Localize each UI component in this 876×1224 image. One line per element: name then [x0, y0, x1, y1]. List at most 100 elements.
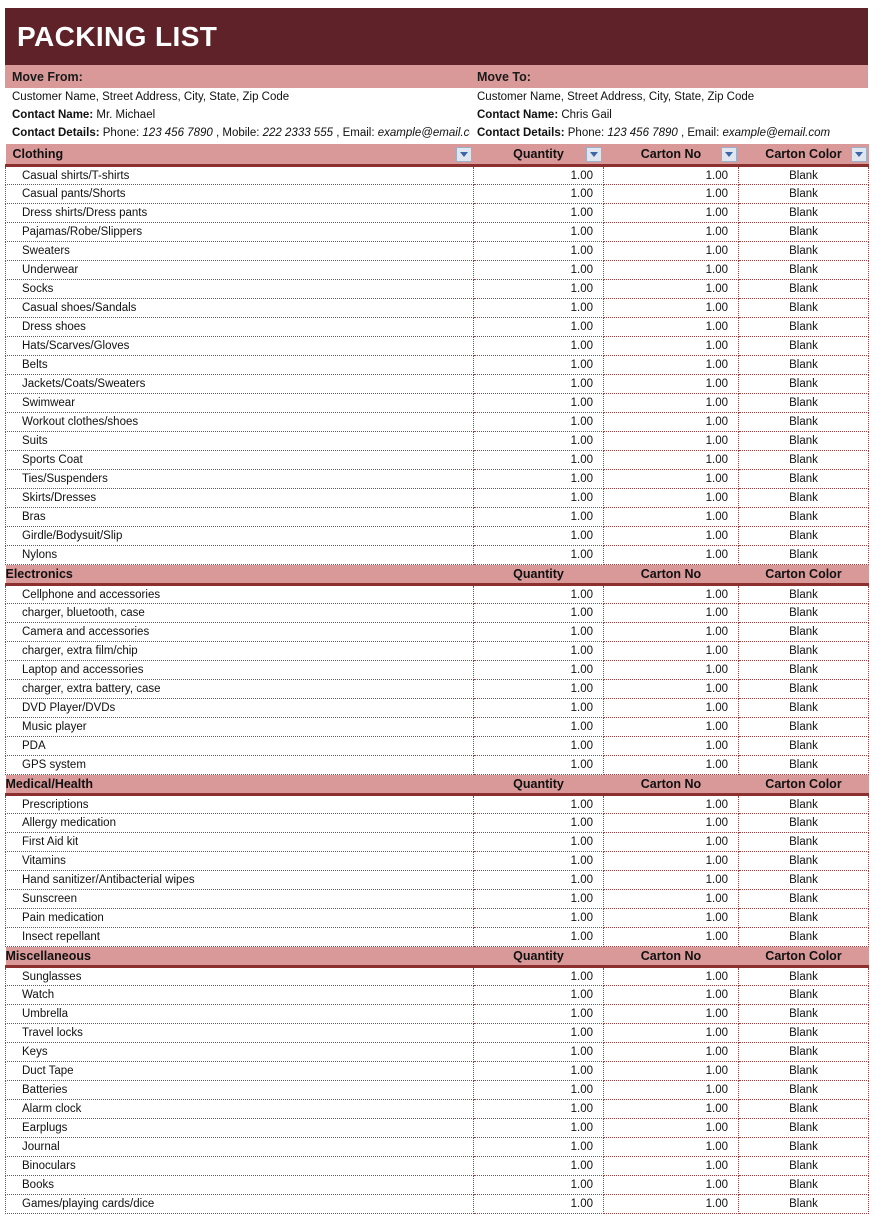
item-name-cell[interactable]: Watch	[5, 985, 474, 1005]
quantity-cell[interactable]: 1.00	[473, 1061, 604, 1081]
carton-no-cell[interactable]: 1.00	[603, 813, 739, 833]
carton-no-cell[interactable]: 1.00	[603, 450, 739, 470]
carton-color-cell[interactable]: Blank	[738, 1118, 869, 1138]
table-row[interactable]: Dress shoes 1.00 1.00 Blank	[5, 317, 869, 337]
quantity-cell[interactable]: 1.00	[473, 985, 604, 1005]
table-row[interactable]: GPS system 1.00 1.00 Blank	[5, 755, 869, 775]
carton-no-cell[interactable]: 1.00	[603, 889, 739, 909]
table-row[interactable]: First Aid kit 1.00 1.00 Blank	[5, 832, 869, 852]
carton-no-cell[interactable]: 1.00	[603, 1023, 739, 1043]
item-name-cell[interactable]: Suits	[5, 431, 474, 451]
quantity-cell[interactable]: 1.00	[473, 469, 604, 489]
table-row[interactable]: Skirts/Dresses 1.00 1.00 Blank	[5, 488, 869, 508]
quantity-cell[interactable]: 1.00	[473, 412, 604, 432]
quantity-cell[interactable]: 1.00	[473, 374, 604, 394]
quantity-cell[interactable]: 1.00	[473, 393, 604, 413]
item-name-cell[interactable]: charger, extra battery, case	[5, 679, 474, 699]
table-row[interactable]: charger, extra film/chip 1.00 1.00 Blank	[5, 641, 869, 661]
table-row[interactable]: Watch 1.00 1.00 Blank	[5, 985, 869, 1005]
carton-color-cell[interactable]: Blank	[738, 298, 869, 318]
filter-button-clothing-carton-color[interactable]	[850, 146, 867, 162]
carton-color-cell[interactable]: Blank	[738, 603, 869, 623]
quantity-cell[interactable]: 1.00	[473, 679, 604, 699]
table-row[interactable]: Earplugs 1.00 1.00 Blank	[5, 1118, 869, 1138]
item-name-cell[interactable]: Jackets/Coats/Sweaters	[5, 374, 474, 394]
quantity-cell[interactable]: 1.00	[473, 1175, 604, 1195]
quantity-cell[interactable]: 1.00	[473, 222, 604, 242]
item-name-cell[interactable]: Pajamas/Robe/Slippers	[5, 222, 474, 242]
table-row[interactable]: Prescriptions 1.00 1.00 Blank	[5, 794, 869, 814]
filter-button-clothing[interactable]	[455, 146, 472, 162]
quantity-cell[interactable]: 1.00	[473, 584, 604, 604]
item-name-cell[interactable]: Nylons	[5, 545, 474, 565]
table-row[interactable]: Keys 1.00 1.00 Blank	[5, 1042, 869, 1062]
carton-color-cell[interactable]: Blank	[738, 927, 869, 947]
carton-color-cell[interactable]: Blank	[738, 870, 869, 890]
carton-no-cell[interactable]: 1.00	[603, 1080, 739, 1100]
table-row[interactable]: Casual pants/Shorts 1.00 1.00 Blank	[5, 184, 869, 204]
quantity-cell[interactable]: 1.00	[473, 1156, 604, 1176]
carton-no-cell[interactable]: 1.00	[603, 622, 739, 642]
item-name-cell[interactable]: Belts	[5, 355, 474, 375]
carton-no-cell[interactable]: 1.00	[603, 1194, 739, 1214]
carton-color-cell[interactable]: Blank	[738, 736, 869, 756]
quantity-cell[interactable]: 1.00	[473, 603, 604, 623]
item-name-cell[interactable]: PDA	[5, 736, 474, 756]
carton-color-cell[interactable]: Blank	[738, 889, 869, 909]
carton-color-cell[interactable]: Blank	[738, 1175, 869, 1195]
quantity-cell[interactable]: 1.00	[473, 851, 604, 871]
item-name-cell[interactable]: Earplugs	[5, 1118, 474, 1138]
carton-color-cell[interactable]: Blank	[738, 279, 869, 299]
carton-color-cell[interactable]: Blank	[738, 1023, 869, 1043]
carton-color-cell[interactable]: Blank	[738, 584, 869, 604]
carton-no-cell[interactable]: 1.00	[603, 736, 739, 756]
table-row[interactable]: Laptop and accessories 1.00 1.00 Blank	[5, 660, 869, 680]
item-name-cell[interactable]: Sweaters	[5, 241, 474, 261]
item-name-cell[interactable]: GPS system	[5, 755, 474, 775]
table-row[interactable]: Bras 1.00 1.00 Blank	[5, 507, 869, 527]
quantity-cell[interactable]: 1.00	[473, 203, 604, 223]
item-name-cell[interactable]: Girdle/Bodysuit/Slip	[5, 526, 474, 546]
table-row[interactable]: Swimwear 1.00 1.00 Blank	[5, 393, 869, 413]
item-name-cell[interactable]: DVD Player/DVDs	[5, 698, 474, 718]
table-row[interactable]: Music player 1.00 1.00 Blank	[5, 717, 869, 737]
table-row[interactable]: DVD Player/DVDs 1.00 1.00 Blank	[5, 698, 869, 718]
carton-color-cell[interactable]: Blank	[738, 851, 869, 871]
filter-button-clothing-quantity[interactable]	[585, 146, 602, 162]
item-name-cell[interactable]: Insect repellant	[5, 927, 474, 947]
carton-color-cell[interactable]: Blank	[738, 1042, 869, 1062]
carton-no-cell[interactable]: 1.00	[603, 526, 739, 546]
carton-color-cell[interactable]: Blank	[738, 450, 869, 470]
table-row[interactable]: Journal 1.00 1.00 Blank	[5, 1137, 869, 1157]
quantity-cell[interactable]: 1.00	[473, 717, 604, 737]
table-row[interactable]: Games/playing cards/dice 1.00 1.00 Blank	[5, 1194, 869, 1214]
carton-no-cell[interactable]: 1.00	[603, 966, 739, 986]
item-name-cell[interactable]: Swimwear	[5, 393, 474, 413]
table-row[interactable]: Cellphone and accessories 1.00 1.00 Blank	[5, 584, 869, 604]
quantity-cell[interactable]: 1.00	[473, 507, 604, 527]
carton-no-cell[interactable]: 1.00	[603, 374, 739, 394]
carton-color-cell[interactable]: Blank	[738, 526, 869, 546]
carton-no-cell[interactable]: 1.00	[603, 1042, 739, 1062]
carton-color-cell[interactable]: Blank	[738, 545, 869, 565]
carton-color-cell[interactable]: Blank	[738, 985, 869, 1005]
item-name-cell[interactable]: Skirts/Dresses	[5, 488, 474, 508]
carton-color-cell[interactable]: Blank	[738, 813, 869, 833]
carton-no-cell[interactable]: 1.00	[603, 469, 739, 489]
carton-no-cell[interactable]: 1.00	[603, 241, 739, 261]
item-name-cell[interactable]: Bras	[5, 507, 474, 527]
carton-no-cell[interactable]: 1.00	[603, 412, 739, 432]
carton-no-cell[interactable]: 1.00	[603, 184, 739, 204]
table-row[interactable]: Socks 1.00 1.00 Blank	[5, 279, 869, 299]
carton-no-cell[interactable]: 1.00	[603, 1137, 739, 1157]
item-name-cell[interactable]: charger, bluetooth, case	[5, 603, 474, 623]
carton-no-cell[interactable]: 1.00	[603, 1118, 739, 1138]
carton-color-cell[interactable]: Blank	[738, 641, 869, 661]
quantity-cell[interactable]: 1.00	[473, 927, 604, 947]
item-name-cell[interactable]: Duct Tape	[5, 1061, 474, 1081]
table-row[interactable]: Insect repellant 1.00 1.00 Blank	[5, 927, 869, 947]
item-name-cell[interactable]: Batteries	[5, 1080, 474, 1100]
table-row[interactable]: Binoculars 1.00 1.00 Blank	[5, 1156, 869, 1176]
item-name-cell[interactable]: Keys	[5, 1042, 474, 1062]
carton-color-cell[interactable]: Blank	[738, 222, 869, 242]
